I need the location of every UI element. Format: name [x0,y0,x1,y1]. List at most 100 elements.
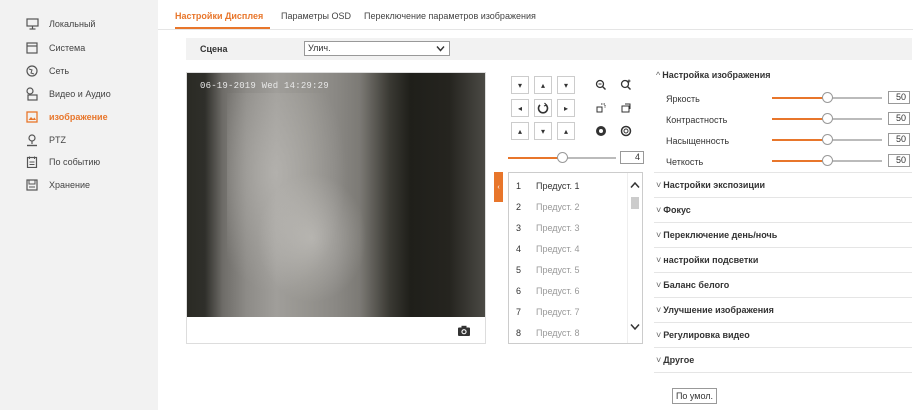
slider-handle[interactable] [821,113,833,124]
sidebar-item-storage[interactable]: Хранение [25,175,155,195]
restore-default-button[interactable]: По умол. [672,388,717,404]
chevron-left-icon: ‹ [497,183,500,191]
camera-icon[interactable] [457,325,471,337]
iris-close-icon [620,125,632,137]
focus-near-button[interactable] [592,99,610,117]
sidebar-item-label: Локальный [49,19,96,29]
chevron-down-icon: ˅ [656,280,662,290]
settings-panel: ^ Настройка изображения Яркость 50 Контра… [654,68,912,410]
speed-value-field[interactable]: 4 [620,151,644,164]
scene-label: Сцена [200,44,228,54]
collapse-panel-tab[interactable]: ‹ [494,172,503,202]
sidebar-item-ptz[interactable]: PTZ [25,130,155,150]
ptz-right-button[interactable]: ▸ [557,99,575,117]
ptz-up-right-button[interactable]: ▾ [557,76,575,94]
iris-open-button[interactable] [592,122,610,140]
chevron-down-icon[interactable] [630,323,640,334]
slider-handle[interactable] [821,155,833,166]
saturation-slider[interactable]: Насыщенность 50 [654,132,912,148]
divider [654,347,912,348]
scroll-thumb[interactable] [631,197,639,209]
divider [654,322,912,323]
list-item[interactable]: 5 Предуст. 5 [509,259,627,280]
ptz-down-left-button[interactable]: ▴ [511,122,529,140]
section-other[interactable]: ˅ Другое [656,355,694,365]
ptz-icon [25,133,39,147]
list-item[interactable]: 8 Предуст. 8 [509,322,627,343]
sidebar-item-network[interactable]: Сеть [25,61,155,81]
focus-near-icon [596,103,606,113]
sidebar-item-local[interactable]: Локальный [25,14,155,34]
chevron-up-icon: ^ [656,70,661,80]
focus-far-button[interactable] [617,99,635,117]
slider-value-field[interactable]: 50 [888,154,910,167]
sidebar-item-event[interactable]: По событию [25,152,155,172]
preset-number: 7 [516,307,522,317]
zoom-out-button[interactable] [592,76,610,94]
tab-display-settings[interactable]: Настройки Дисплея [175,11,263,21]
preset-scrollbar[interactable] [627,173,642,343]
zoom-in-button[interactable] [617,76,635,94]
contrast-slider[interactable]: Контрастность 50 [654,111,912,127]
iris-close-button[interactable] [617,122,635,140]
slider-value-field[interactable]: 50 [888,91,910,104]
slider-value-field[interactable]: 50 [888,112,910,125]
preset-number: 2 [516,202,522,212]
slider-fill [772,97,827,99]
slider-fill [772,139,827,141]
video-audio-icon [25,87,39,101]
scene-select-value: Улич. [308,43,331,53]
chevron-up-icon[interactable] [630,181,640,192]
preset-name: Предуст. 6 [536,286,580,296]
slider-handle[interactable] [821,134,833,145]
ptz-left-button[interactable]: ◂ [511,99,529,117]
sharpness-slider[interactable]: Четкость 50 [654,153,912,169]
live-video[interactable]: 06-19-2019 Wed 14:29:29 [187,73,485,317]
ptz-speed-slider[interactable]: 4 [504,150,646,166]
section-video-adjustment[interactable]: ˅ Регулировка видео [656,330,750,340]
speed-handle[interactable] [556,152,568,163]
list-item[interactable]: 1 Предуст. 1 [509,175,627,196]
arrow-right-icon: ▸ [563,103,568,113]
section-image-adjustment[interactable]: ^ Настройка изображения [656,70,771,80]
list-item[interactable]: 4 Предуст. 4 [509,238,627,259]
sidebar-item-video-audio[interactable]: Видео и Аудио [25,84,155,104]
brightness-slider[interactable]: Яркость 50 [654,90,912,106]
section-title: Улучшение изображения [663,305,774,315]
sidebar-item-label: Хранение [49,180,90,190]
auto-pan-button[interactable] [534,99,552,117]
sidebar-item-image[interactable]: изображение [25,107,155,127]
preset-name: Предуст. 7 [536,307,580,317]
section-title: Фокус [663,205,691,215]
arrow-down-right-icon: ▴ [563,126,568,136]
list-item[interactable]: 2 Предуст. 2 [509,196,627,217]
scene-select[interactable]: Улич. [304,41,450,56]
section-title: Настройка изображения [662,70,771,80]
section-focus[interactable]: ˅ Фокус [656,205,691,215]
list-item[interactable]: 7 Предуст. 7 [509,301,627,322]
section-title: Настройки экспозиции [663,180,766,190]
slider-handle[interactable] [821,92,833,103]
slider-value-field[interactable]: 50 [888,133,910,146]
slider-fill [772,160,827,162]
section-white-balance[interactable]: ˅ Баланс белого [656,280,729,290]
list-item[interactable]: 6 Предуст. 6 [509,280,627,301]
sidebar-item-label: По событию [49,157,101,167]
section-image-enhancement[interactable]: ˅ Улучшение изображения [656,305,774,315]
sidebar-item-system[interactable]: Система [25,38,155,58]
image-icon [25,110,39,124]
ptz-up-button[interactable]: ▴ [534,76,552,94]
list-item[interactable]: 3 Предуст. 3 [509,217,627,238]
ptz-down-button[interactable]: ▾ [534,122,552,140]
ptz-up-left-button[interactable]: ▾ [511,76,529,94]
section-exposure[interactable]: ˅ Настройки экспозиции [656,180,765,190]
section-backlight[interactable]: ˅ настройки подсветки [656,255,758,265]
ptz-down-right-button[interactable]: ▴ [557,122,575,140]
zoom-in-icon [620,79,631,90]
section-day-night[interactable]: ˅ Переключение день/ночь [656,230,777,240]
tab-image-param-switch[interactable]: Переключение параметров изображения [364,11,536,21]
sidebar-item-label: PTZ [49,135,66,145]
preset-name: Предуст. 5 [536,265,580,275]
tab-osd-settings[interactable]: Параметры OSD [281,11,351,21]
divider [654,372,912,373]
